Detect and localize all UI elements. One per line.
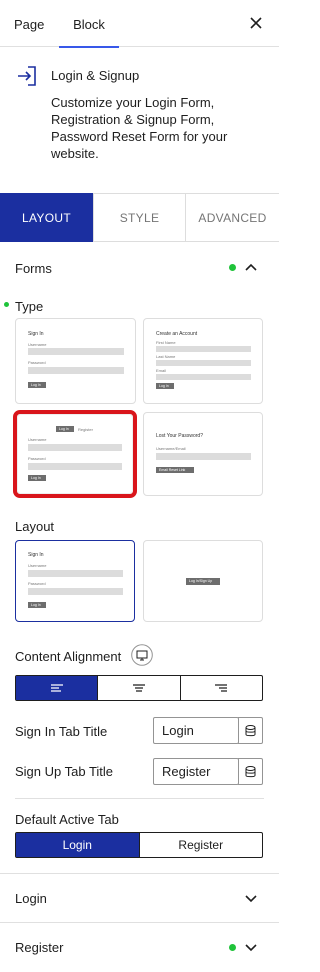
layout-label: Layout: [15, 519, 55, 534]
type-option-sign-in[interactable]: Sign In Username Password Log In: [15, 318, 136, 404]
forms-panel-title: Forms: [15, 261, 52, 276]
default-active-tab-toggle: Login Register: [15, 832, 263, 858]
card-title: Lost Your Password?: [156, 433, 203, 439]
modified-indicator: [229, 264, 236, 271]
sign-in-tab-title-input[interactable]: Login: [153, 717, 239, 744]
tab-page[interactable]: Page: [14, 0, 44, 47]
type-option-lost-password[interactable]: Lost Your Password? Username/Email Email…: [143, 412, 263, 496]
card-button-label: Email Reset Link: [159, 468, 186, 472]
block-description: Customize your Login Form, Registration …: [51, 95, 228, 161]
card-field-label: Username: [28, 563, 47, 568]
card-title: Create an Account: [156, 331, 198, 337]
alignment-group: [15, 675, 263, 701]
sign-up-tab-title-input[interactable]: Register: [153, 758, 239, 785]
chevron-up-icon: [245, 263, 257, 271]
card-field-label: First Name: [156, 340, 176, 345]
section-tabs: LAYOUT STYLE ADVANCED: [0, 193, 279, 242]
login-panel-title: Login: [15, 891, 47, 906]
database-icon: [245, 766, 256, 778]
card-field-label: Username: [28, 342, 47, 347]
inspector-tabs: Page Block: [0, 0, 279, 48]
card-field: [28, 570, 123, 577]
card-field-label: Last Name: [156, 354, 176, 359]
align-center-button[interactable]: [97, 676, 179, 700]
sign-in-tab-title-label: Sign In Tab Title: [15, 724, 108, 739]
login-panel-toggle[interactable]: Login: [0, 874, 279, 922]
forms-panel-toggle[interactable]: Forms: [0, 244, 279, 292]
card-field: [156, 346, 251, 352]
selection-highlight: [13, 410, 137, 498]
card-field: [28, 588, 123, 595]
chevron-down-icon: [245, 895, 257, 903]
register-panel-title: Register: [15, 940, 64, 955]
block-card: Login & Signup Customize your Login Form…: [0, 47, 279, 175]
dynamic-data-button[interactable]: [238, 717, 263, 744]
tab-layout[interactable]: LAYOUT: [0, 193, 93, 242]
layout-option-stacked[interactable]: Sign In Username Password Log In: [15, 540, 135, 622]
close-icon[interactable]: [247, 14, 265, 32]
sign-up-tab-title-label: Sign Up Tab Title: [15, 764, 114, 779]
align-right-icon: [215, 684, 228, 692]
tab-style[interactable]: STYLE: [93, 193, 185, 242]
type-label: Type: [15, 299, 44, 314]
block-title: Login & Signup: [51, 68, 140, 83]
card-field: [28, 367, 124, 374]
card-field: [156, 360, 251, 366]
align-right-button[interactable]: [179, 676, 262, 700]
desktop-icon[interactable]: [131, 644, 153, 666]
card-title: Sign In: [28, 331, 44, 337]
modified-indicator: [229, 944, 236, 951]
tab-advanced[interactable]: ADVANCED: [185, 193, 279, 242]
card-button-label: Log In: [31, 383, 41, 387]
card-button-label: Log In: [31, 603, 41, 607]
align-center-icon: [132, 684, 145, 692]
card-field-label: Username/Email: [156, 446, 186, 451]
card-field-label: Password: [28, 581, 46, 586]
register-panel-toggle[interactable]: Register: [0, 923, 279, 971]
database-icon: [245, 725, 256, 737]
card-field: [156, 453, 251, 460]
dynamic-data-button[interactable]: [238, 758, 263, 785]
tab-block[interactable]: Block: [59, 0, 119, 48]
content-alignment-label: Content Alignment: [15, 649, 122, 664]
type-option-register[interactable]: Create an Account First Name Last Name E…: [143, 318, 263, 404]
card-title: Sign In: [28, 552, 44, 558]
type-modified-indicator: [4, 302, 9, 307]
login-icon: [18, 66, 36, 86]
card-button-label: Log In: [159, 384, 169, 388]
card-field: [28, 348, 124, 355]
default-tab-register[interactable]: Register: [138, 833, 263, 857]
default-active-tab-label: Default Active Tab: [15, 812, 119, 827]
card-button-label: Log In/Sign Up: [189, 579, 213, 583]
align-left-icon: [50, 684, 63, 692]
default-tab-login[interactable]: Login: [16, 833, 139, 857]
align-left-button[interactable]: [16, 676, 98, 700]
card-field-label: Email: [156, 368, 167, 373]
chevron-down-icon: [245, 944, 257, 952]
card-field-label: Password: [28, 360, 46, 365]
card-field: [156, 374, 251, 380]
layout-option-popup[interactable]: Log In/Sign Up: [143, 540, 263, 622]
divider: [15, 798, 264, 799]
